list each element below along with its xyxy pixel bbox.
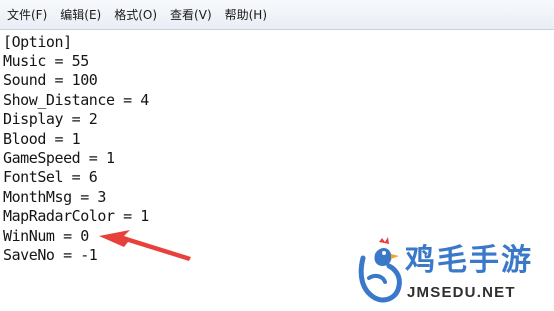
red-arrow-icon xyxy=(99,230,191,261)
watermark-title: 鸡毛手游 xyxy=(405,243,533,278)
chicken-logo-icon xyxy=(358,237,402,303)
watermark-url: JMSEDU.NET xyxy=(407,284,516,301)
watermark: 鸡毛手游 JMSEDU.NET xyxy=(355,230,554,311)
